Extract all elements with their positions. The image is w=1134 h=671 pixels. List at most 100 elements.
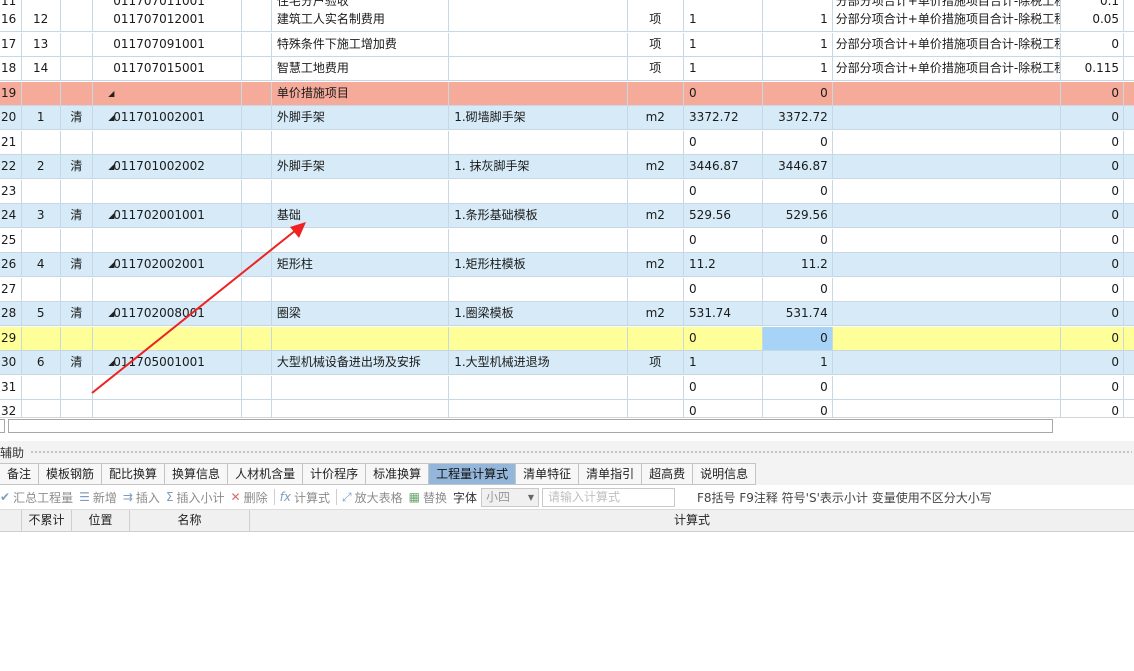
table-row[interactable]: 20 1 清 ◢ 011701002001 外脚手架 1.砌墙脚手架 m2 3372.72 337… [0,106,1134,130]
qty-cell[interactable]: 0 [763,130,833,155]
rate-cell[interactable]: 0 [1060,81,1125,106]
feature-cell[interactable] [449,130,628,155]
calc-base-cell[interactable] [832,179,1061,204]
name-cell[interactable] [271,228,450,253]
collapse-triangle-icon[interactable]: ◢ [108,155,114,178]
type-cell[interactable]: 清 [60,302,94,326]
feature-cell[interactable]: 1.大型机械进退场 [449,351,628,375]
calc-base-cell[interactable]: 分部分项合计+单价措施项目合计-除税工程 [832,57,1061,81]
formula-button[interactable]: fx 计算式 [280,489,336,506]
rate-cell[interactable]: 0 [1060,106,1125,130]
tab-8[interactable]: 清单特征 [516,463,580,485]
unit-cell[interactable]: m2 [627,106,685,130]
table-row[interactable]: 24 3 清 ◢ 011702001001 基础 1.条形基础模板 m2 529.56 529.5… [0,204,1134,228]
name-cell[interactable]: 基础 [271,204,450,228]
table-row[interactable]: 22 2 清 ◢ 011701002002 外脚手架 1. 抹灰脚手架 m2 3446.87 34… [0,155,1134,179]
code-cell[interactable] [93,277,243,302]
seq-cell[interactable]: 2 [21,155,61,179]
qty-cell[interactable]: 3446.87 [763,155,833,179]
seq-cell[interactable] [21,228,61,253]
type-cell[interactable] [60,57,94,81]
type-cell[interactable] [60,81,94,106]
replace-button[interactable]: ▦ 替换 [409,489,453,506]
feature-cell[interactable] [449,326,628,351]
name-cell[interactable]: 建筑工人实名制费用 [271,8,450,32]
calc-base-cell[interactable] [832,253,1061,277]
calc-base-cell[interactable] [832,204,1061,228]
name-cell[interactable] [271,179,450,204]
unit-cell[interactable]: 项 [627,351,685,375]
type-cell[interactable] [60,130,94,155]
tab-1[interactable]: 模板钢筋 [39,463,103,485]
seq-cell[interactable]: 6 [21,351,61,375]
horizontal-scrollbar[interactable] [0,417,1134,434]
code-cell[interactable] [93,375,243,400]
seq-cell[interactable]: 1 [21,106,61,130]
tab-4[interactable]: 人材机含量 [228,463,304,485]
qty-expr-cell[interactable]: 0 [684,130,764,155]
feature-cell[interactable] [449,8,628,32]
feature-cell[interactable]: 1. 抹灰脚手架 [449,155,628,179]
qty-expr-cell[interactable]: 1 [684,8,764,32]
code-cell[interactable]: ◢ 011701002002 [93,155,243,179]
rate-cell[interactable]: 0 [1060,302,1125,326]
seq-cell[interactable] [21,179,61,204]
qty-cell[interactable]: 1 [763,8,833,32]
type-cell[interactable] [60,375,94,400]
name-cell[interactable] [271,375,450,400]
feature-cell[interactable]: 1.砌墙脚手架 [449,106,628,130]
type-cell[interactable]: 清 [60,253,94,277]
column-header-no-accumulate[interactable]: 不累计 [22,510,72,531]
unit-cell[interactable]: m2 [627,155,685,179]
calc-base-cell[interactable]: 分部分项合计+单价措施项目合计-除税工程 [832,32,1061,57]
rate-cell[interactable]: 0 [1060,228,1125,253]
calc-base-cell[interactable] [832,302,1061,326]
table-row[interactable]: 27 0 0 0 [0,277,1134,302]
name-cell[interactable]: 矩形柱 [271,253,450,277]
seq-cell[interactable]: 12 [21,8,61,32]
table-row[interactable]: 17 13 011707091001 特殊条件下施工增加费项 1 1 分部分项合计+单价措施… [0,32,1134,57]
name-cell[interactable]: 圈梁 [271,302,450,326]
splitter-grip[interactable] [30,449,1132,455]
code-cell[interactable]: ◢ 011701002001 [93,106,243,130]
collapse-triangle-icon[interactable]: ◢ [108,106,114,129]
rate-cell[interactable]: 0 [1060,179,1125,204]
seq-cell[interactable] [21,81,61,106]
type-cell[interactable]: 清 [60,155,94,179]
table-row[interactable]: 18 14 011707015001 智慧工地费用项 1 1 分部分项合计+单价措施项目合计… [0,57,1134,81]
column-header-name[interactable]: 名称 [130,510,250,531]
calc-base-cell[interactable]: 分部分项合计+单价措施项目合计-除税工程 [832,8,1061,32]
table-row[interactable]: 29 0 0 0 [0,326,1134,351]
qty-cell[interactable]: 0 [763,179,833,204]
seq-cell[interactable]: 4 [21,253,61,277]
calc-base-cell[interactable] [832,375,1061,400]
tab-10[interactable]: 超高费 [642,463,694,485]
code-cell[interactable] [93,179,243,204]
name-cell[interactable]: 大型机械设备进出场及安拆 [271,351,450,375]
name-cell[interactable]: 智慧工地费用 [271,57,450,81]
rate-cell[interactable]: 0 [1060,253,1125,277]
table-row[interactable]: 25 0 0 0 [0,228,1134,253]
calc-base-cell[interactable] [832,277,1061,302]
seq-cell[interactable] [21,130,61,155]
seq-cell[interactable]: 14 [21,57,61,81]
qty-expr-cell[interactable]: 529.56 [684,204,764,228]
table-row[interactable]: 31 0 0 0 [0,375,1134,400]
qty-expr-cell[interactable]: 3372.72 [684,106,764,130]
unit-cell[interactable]: m2 [627,204,685,228]
code-cell[interactable]: ◢ [93,81,243,106]
name-cell[interactable]: 单价措施项目 [271,81,450,106]
feature-cell[interactable] [449,179,628,204]
tab-3[interactable]: 换算信息 [165,463,229,485]
qty-expr-cell[interactable]: 3446.87 [684,155,764,179]
unit-cell[interactable]: m2 [627,253,685,277]
rate-cell[interactable]: 0 [1060,326,1125,351]
column-header-formula[interactable]: 计算式 [250,510,1134,531]
name-cell[interactable]: 外脚手架 [271,155,450,179]
table-row[interactable]: 21 0 0 0 [0,130,1134,155]
qty-cell[interactable]: 0 [763,277,833,302]
qty-expr-cell[interactable]: 531.74 [684,302,764,326]
qty-expr-cell[interactable]: 0 [684,375,764,400]
column-header-position[interactable]: 位置 [72,510,130,531]
feature-cell[interactable] [449,228,628,253]
